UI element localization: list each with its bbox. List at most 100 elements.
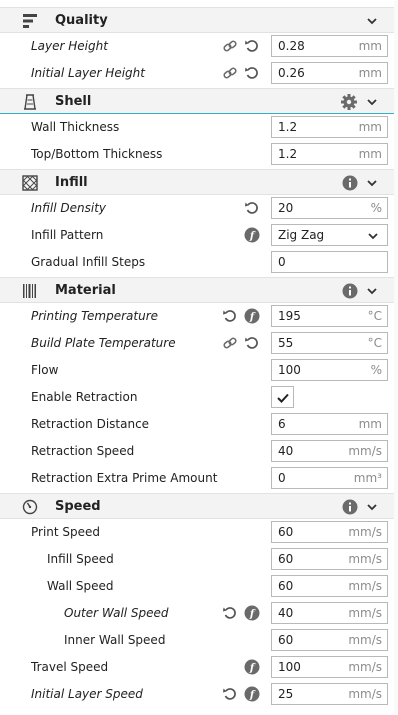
function-icon[interactable] [244,308,260,324]
field-unit: mm/s [348,633,382,647]
field-value: 60 [278,525,294,539]
info-icon[interactable] [342,499,358,515]
category-material-title: Material [55,283,116,298]
build-plate-temperature-input[interactable]: 55 °C [271,332,388,354]
chevron-down-icon[interactable] [366,501,378,513]
setting-label-retraction-distance: Retraction Distance [31,417,150,431]
reset-icon[interactable] [222,605,238,621]
setting-label-flow: Flow [31,363,59,377]
reset-icon[interactable] [222,686,238,702]
reset-icon[interactable] [244,65,260,81]
field-value: 195 [278,309,301,323]
setting-row-wall-speed: Wall Speed 60 mm/s [0,573,394,600]
link-icon[interactable] [222,38,238,54]
material-icon [23,284,36,298]
gradual-infill-steps-input[interactable]: 0 [271,251,388,273]
flow-input[interactable]: 100 % [271,359,388,381]
scrollbar-track[interactable] [394,0,398,715]
field-unit: mm/s [348,660,382,674]
setting-row-retraction-extra-prime: Retraction Extra Prime Amount 0 mm³ [0,465,394,492]
info-icon[interactable] [342,175,358,191]
top-bottom-thickness-input[interactable]: 1.2 mm [271,143,388,165]
setting-row-inner-wall-speed: Inner Wall Speed 60 mm/s [0,627,394,654]
inner-wall-speed-input[interactable]: 60 mm/s [271,629,388,651]
travel-speed-input[interactable]: 100 mm/s [271,656,388,678]
shell-icon [24,94,36,110]
setting-row-flow: Flow 100 % [0,357,394,384]
function-icon[interactable] [244,686,260,702]
wall-thickness-input[interactable]: 1.2 mm [271,116,388,138]
setting-label-infill-pattern: Infill Pattern [31,228,104,242]
field-value: 40 [278,444,294,458]
infill-density-input[interactable]: 20 % [271,197,388,219]
field-value: 0 [278,471,286,485]
field-value: 1.2 [278,120,298,134]
layer-height-input[interactable]: 0.28 mm [271,35,388,57]
setting-label-infill-density: Infill Density [31,201,106,215]
field-unit: °C [367,336,382,350]
link-icon[interactable] [222,65,238,81]
setting-label-outer-wall-speed: Outer Wall Speed [64,606,169,620]
chevron-down-icon[interactable] [366,285,378,297]
category-shell-header[interactable]: Shell [0,88,394,114]
printing-temperature-input[interactable]: 195 °C [271,305,388,327]
initial-layer-speed-input[interactable]: 25 mm/s [271,683,388,705]
field-unit: mm/s [348,444,382,458]
field-unit: mm/s [348,606,382,620]
setting-row-outer-wall-speed: Outer Wall Speed 40 mm/s [0,600,394,627]
infill-icon [22,175,38,191]
gear-icon[interactable] [340,93,358,111]
category-material-header[interactable]: Material [0,277,394,303]
setting-label-initial-layer-speed: Initial Layer Speed [31,687,143,701]
retraction-distance-input[interactable]: 6 mm [271,413,388,435]
wall-speed-input[interactable]: 60 mm/s [271,575,388,597]
setting-label-top-bottom-thickness: Top/Bottom Thickness [31,147,163,161]
category-quality-header[interactable]: Quality [0,7,394,33]
outer-wall-speed-input[interactable]: 40 mm/s [271,602,388,624]
setting-row-infill-density: Infill Density 20 % [0,195,394,222]
print-settings-panel: Quality Layer Height 0.28 mm Initial Lay… [0,0,398,715]
chevron-down-icon[interactable] [366,177,378,189]
link-icon[interactable] [222,335,238,351]
setting-label-layer-height: Layer Height [31,39,108,53]
quality-icon [23,14,37,28]
initial-layer-height-input[interactable]: 0.26 mm [271,62,388,84]
field-value: 55 [278,336,294,350]
setting-row-wall-thickness: Wall Thickness 1.2 mm [0,114,394,141]
print-speed-input[interactable]: 60 mm/s [271,521,388,543]
chevron-down-icon[interactable] [366,15,378,27]
field-value: 60 [278,552,294,566]
field-value: 0 [278,255,286,269]
setting-label-initial-layer-height: Initial Layer Height [31,66,145,80]
reset-icon[interactable] [222,308,238,324]
category-infill-title: Infill [55,175,88,190]
setting-row-initial-layer-speed: Initial Layer Speed 25 mm/s [0,681,394,708]
field-value: 6 [278,417,286,431]
retraction-speed-input[interactable]: 40 mm/s [271,440,388,462]
category-infill-header[interactable]: Infill [0,169,394,195]
setting-label-printing-temperature: Printing Temperature [31,309,159,323]
function-icon[interactable] [244,227,260,243]
enable-retraction-checkbox[interactable] [271,386,294,408]
field-value: 1.2 [278,147,298,161]
function-icon[interactable] [244,605,260,621]
setting-row-initial-layer-height: Initial Layer Height 0.26 mm [0,60,394,87]
dropdown-value: Zig Zag [278,228,325,242]
function-icon[interactable] [244,659,260,675]
field-unit: mm/s [348,525,382,539]
chevron-down-icon [367,230,379,242]
reset-icon[interactable] [244,38,260,54]
setting-label-retraction-extra-prime: Retraction Extra Prime Amount [31,471,218,485]
category-shell-title: Shell [55,94,92,109]
reset-icon[interactable] [244,200,260,216]
reset-icon[interactable] [244,335,260,351]
setting-row-build-plate-temperature: Build Plate Temperature 55 °C [0,330,394,357]
chevron-down-icon[interactable] [366,96,378,108]
speed-icon [22,499,38,515]
infill-speed-input[interactable]: 60 mm/s [271,548,388,570]
info-icon[interactable] [342,283,358,299]
infill-pattern-dropdown[interactable]: Zig Zag [271,224,388,246]
setting-row-layer-height: Layer Height 0.28 mm [0,33,394,60]
category-speed-header[interactable]: Speed [0,493,394,519]
retraction-extra-prime-input[interactable]: 0 mm³ [271,467,388,489]
